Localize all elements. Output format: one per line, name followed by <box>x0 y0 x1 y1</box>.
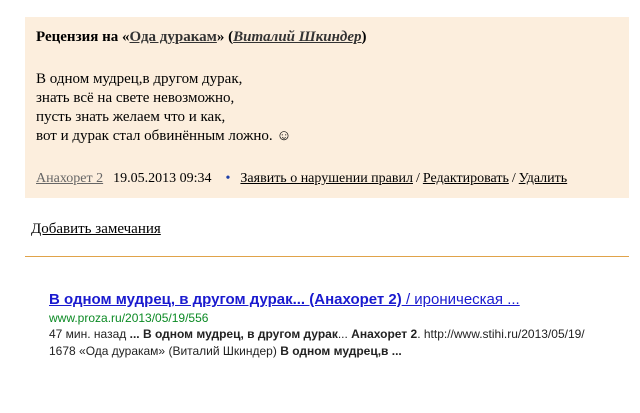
search-result-title-link[interactable]: В одном мудрец, в другом дурак... (Анахо… <box>49 291 520 308</box>
review-line: вот и дурак стал обвинённым ложно. ☺ <box>36 128 292 144</box>
search-result-snippet: 47 мин. назад ... В одном мудрец, в друг… <box>49 326 609 360</box>
review-line: пусть знать желаем что и как, <box>36 109 226 125</box>
snippet-bold: В одном мудрец,в ... <box>280 344 402 358</box>
review-text: В одном мудрец,в другом дурак, знать всё… <box>36 70 292 146</box>
snippet-bold: ... В одном мудрец, в другом дурак <box>129 327 338 341</box>
report-violation-link[interactable]: Заявить о нарушении правил <box>240 171 413 186</box>
title-mid: » ( <box>216 29 234 45</box>
result-title-rest: / ироническая ... <box>401 291 520 308</box>
reviewer-link[interactable]: Анахорет 2 <box>36 171 103 186</box>
search-result: В одном мудрец, в другом дурак... (Анахо… <box>49 291 609 360</box>
review-line: В одном мудрец,в другом дурак, <box>36 71 243 87</box>
snippet-time: 47 мин. назад <box>49 327 127 341</box>
snippet-bold: Анахорет 2 <box>351 327 418 341</box>
title-suffix: ) <box>361 29 367 45</box>
result-title-main: В одном мудрец, в другом дурак... (Анахо… <box>49 291 402 308</box>
review-meta: Анахорет 2 19.05.2013 09:34 • Заявить о нар… <box>36 171 567 187</box>
delete-link[interactable]: Удалить <box>519 171 567 186</box>
review-line: знать всё на свете невозможно, <box>36 90 235 106</box>
review-title: Рецензия на «Ода дуракам» (Виталий Шкинд… <box>36 29 367 46</box>
review-card: Рецензия на «Ода дуракам» (Виталий Шкинд… <box>25 17 629 198</box>
author-link[interactable]: Виталий Шкиндер <box>233 29 361 45</box>
snippet-text: ... <box>337 327 352 341</box>
separator: / <box>415 171 420 186</box>
separator: / <box>511 171 516 186</box>
review-date: 19.05.2013 09:34 <box>113 171 212 186</box>
add-note-link[interactable]: Добавить замечания <box>31 221 161 238</box>
search-result-url: www.proza.ru/2013/05/19/556 <box>49 311 209 325</box>
bullet-separator: • <box>225 171 231 186</box>
work-title-link[interactable]: Ода дуракам <box>130 29 217 45</box>
author-name: Виталий Шкиндер <box>233 29 362 45</box>
title-prefix: Рецензия на « <box>36 29 130 45</box>
divider <box>25 256 629 257</box>
edit-link[interactable]: Редактировать <box>423 171 509 186</box>
